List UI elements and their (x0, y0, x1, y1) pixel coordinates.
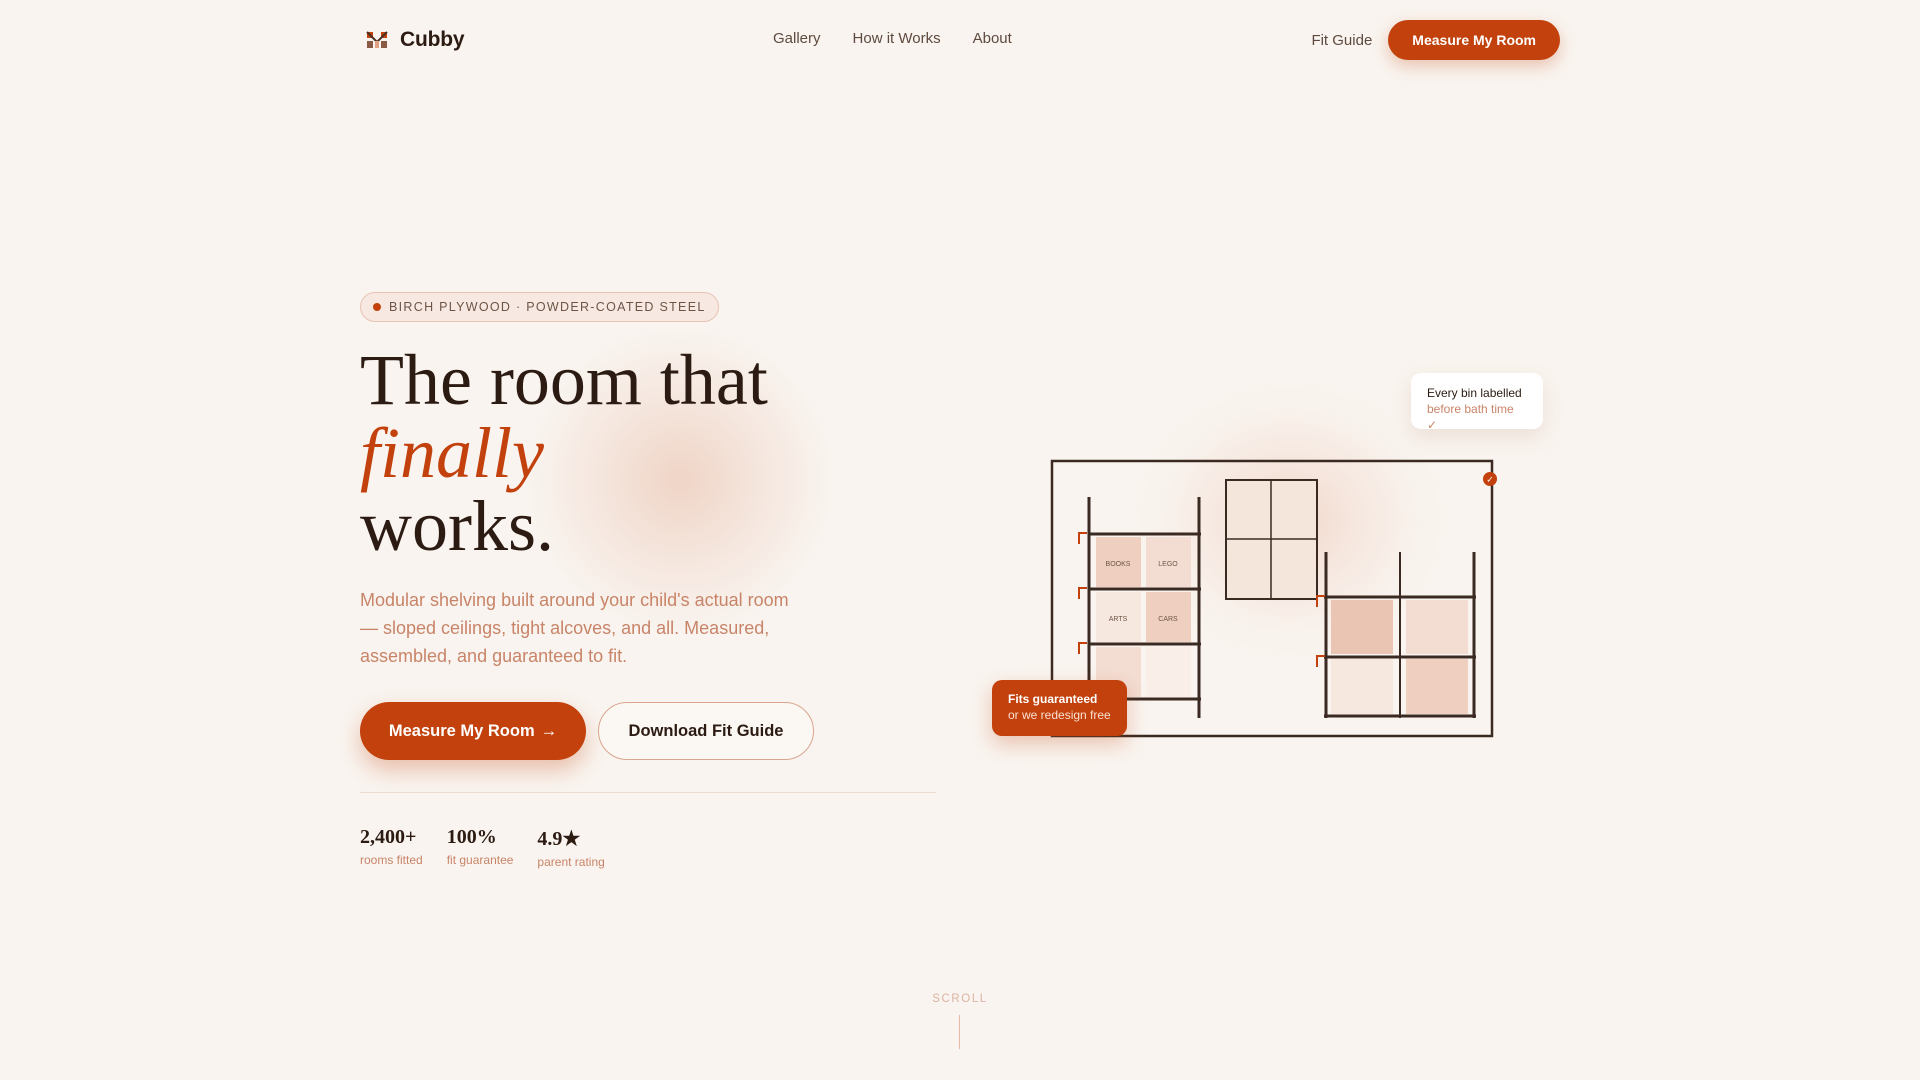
brand-name: Cubby (400, 28, 465, 51)
window (1225, 479, 1318, 600)
stat-label: rooms fitted (360, 853, 423, 867)
bin-label-arts: ARTS (1109, 616, 1128, 623)
nav-link-about[interactable]: About (973, 30, 1012, 47)
material-badge: BIRCH PLYWOOD · POWDER-COATED STEEL (360, 292, 719, 322)
cubby-logo-icon (366, 31, 388, 48)
stat-value: 4.9★ (537, 828, 581, 850)
badge-text: BIRCH PLYWOOD · POWDER-COATED STEEL (389, 300, 706, 314)
hero-stats: 2,400+ rooms fitted 100% fit guarantee 4… (360, 826, 605, 869)
stat-value: 100% (446, 826, 497, 848)
bin-label-lego: LEGO (1158, 561, 1178, 568)
measure-room-label: Measure My Room (388, 721, 535, 740)
measure-room-button[interactable]: Measure My Room → (360, 702, 586, 760)
scroll-indicator-line (959, 1015, 960, 1049)
headline-line-1: The room that (360, 340, 768, 420)
fit-guarantee-title: Fits guaranteed (1008, 692, 1098, 706)
bin-labelled-title: Every bin labelled (1427, 386, 1522, 400)
nav-link-how-it-works[interactable]: How it Works (853, 30, 941, 47)
badge-dot-icon (373, 303, 381, 311)
nav-link-gallery[interactable]: Gallery (773, 30, 821, 47)
bin-label-books: BOOKS (1106, 561, 1131, 568)
stat-rooms-fitted: 2,400+ rooms fitted (360, 826, 423, 869)
fit-guarantee-subtitle: or we redesign free (1008, 708, 1111, 722)
check-glyph: ✓ (1486, 476, 1494, 486)
headline-accent: finally (360, 413, 544, 493)
nav-measure-button[interactable]: Measure My Room (1388, 20, 1560, 60)
arrow-right-icon: → (540, 721, 558, 740)
stats-divider (360, 792, 936, 793)
stat-parent-rating: 4.9★ parent rating (537, 826, 604, 869)
nav-actions: Fit Guide Measure My Room (1311, 20, 1560, 60)
scroll-indicator-label[interactable]: SCROLL (0, 993, 1920, 1005)
primary-nav: Gallery How it Works About (773, 30, 1012, 47)
stat-fit-guarantee: 100% fit guarantee (447, 826, 514, 869)
top-nav: Cubby Gallery How it Works About Fit Gui… (0, 0, 1920, 80)
headline-line-3: works. (360, 486, 554, 566)
stat-label: fit guarantee (446, 853, 514, 867)
brand-logo[interactable]: Cubby (366, 26, 465, 54)
bin-labelled-card: Every bin labelled before bath time ✓ (1411, 373, 1543, 432)
fit-guide-link[interactable]: Fit Guide (1311, 32, 1372, 49)
fit-guarantee-card: Fits guaranteed or we redesign free (992, 680, 1127, 736)
bin-labelled-subtitle: before bath time ✓ (1427, 402, 1514, 432)
stat-value: 2,400+ (360, 826, 417, 848)
hero-subtext: Modular shelving built around your child… (360, 590, 789, 666)
bin-label-cars: CARS (1158, 616, 1178, 623)
download-fit-guide-button[interactable]: Download Fit Guide (598, 702, 814, 760)
hero-headline: The room that finally works. (360, 344, 768, 563)
stat-label: parent rating (537, 855, 605, 869)
